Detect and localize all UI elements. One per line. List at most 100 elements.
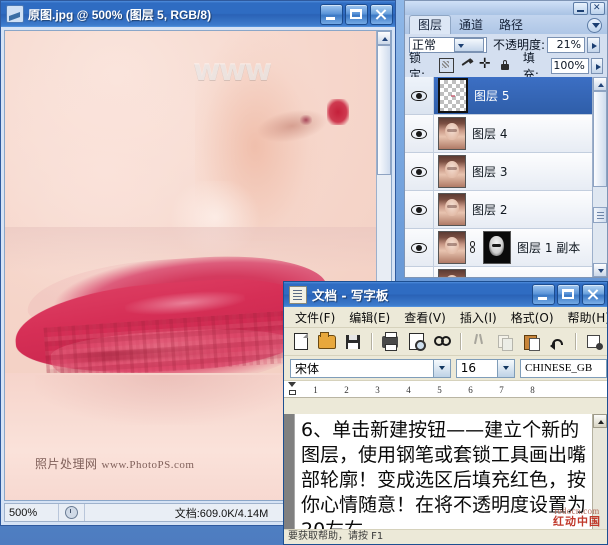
canvas-scroll-up-button[interactable]: [377, 31, 391, 45]
ruler-tick: 4: [406, 384, 411, 395]
table-row[interactable]: 图层 5: [405, 77, 607, 115]
wordpad-scroll-up-button[interactable]: [593, 414, 607, 428]
font-size-select[interactable]: 16: [455, 358, 515, 378]
ruler-tick: 7: [499, 384, 504, 395]
ps-maximize-button[interactable]: [345, 3, 368, 25]
menu-help[interactable]: 帮助(H): [561, 307, 607, 328]
font-family-chevron-down-icon[interactable]: [432, 359, 450, 377]
table-row[interactable]: 图层 1 副本: [405, 229, 607, 267]
tab-layers[interactable]: 图层: [409, 15, 452, 34]
wordpad-ruler[interactable]: 1 2 3 4 5 6 7 8: [284, 381, 607, 398]
wordpad-minimize-button[interactable]: [532, 284, 555, 305]
layer-visibility-toggle[interactable]: [405, 267, 434, 277]
lock-position-icon[interactable]: [479, 56, 492, 72]
lock-transparent-icon[interactable]: [438, 58, 454, 73]
layers-scroll-down-button[interactable]: [593, 263, 607, 277]
menu-view[interactable]: 查看(V): [397, 307, 453, 328]
ruler-tick: 5: [437, 384, 442, 395]
wordpad-maximize-button[interactable]: [557, 284, 580, 305]
ps-close-button[interactable]: [370, 3, 393, 25]
fill-value[interactable]: 100%: [550, 57, 589, 74]
open-button[interactable]: [316, 331, 338, 352]
tab-channels[interactable]: 通道: [451, 16, 491, 34]
opacity-value[interactable]: 21%: [547, 36, 586, 53]
layer-thumbnail[interactable]: [438, 117, 466, 150]
layer-visibility-toggle[interactable]: [405, 77, 434, 114]
ruler-ticks: 1 2 3 4 5 6 7 8: [300, 383, 607, 396]
font-script-select[interactable]: CHINESE_GB: [519, 358, 607, 378]
layer-visibility-toggle[interactable]: [405, 153, 434, 190]
tab-paths[interactable]: 路径: [491, 16, 531, 34]
date-time-icon: [586, 334, 603, 350]
new-button[interactable]: [290, 331, 312, 352]
print-button[interactable]: [379, 331, 401, 352]
layers-blend-row: 正常 不透明度: 21%: [405, 34, 607, 55]
layer-visibility-toggle[interactable]: [405, 191, 434, 228]
layer-name: 图层 2: [472, 203, 508, 217]
table-row[interactable]: [405, 267, 607, 277]
table-row[interactable]: 图层 2: [405, 191, 607, 229]
table-row[interactable]: 图层 3: [405, 153, 607, 191]
lock-image-icon[interactable]: [460, 59, 473, 72]
copy-icon: [498, 334, 513, 351]
layers-scroll-grip[interactable]: [593, 207, 607, 223]
menu-format[interactable]: 格式(O): [504, 307, 561, 328]
layers-panel-menu-button[interactable]: [587, 18, 602, 33]
eye-icon: [411, 166, 427, 177]
layers-panel-titlebar[interactable]: [405, 1, 607, 15]
lock-all-icon[interactable]: [498, 59, 511, 72]
find-button[interactable]: [431, 331, 453, 352]
photo-chin-shadow: [35, 375, 295, 425]
layers-scroll-up-button[interactable]: [593, 77, 607, 91]
layer-thumbnail[interactable]: [438, 269, 466, 277]
ps-minimize-button[interactable]: [320, 3, 343, 25]
wordpad-vertical-scrollbar[interactable]: [592, 414, 607, 532]
layers-panel-close-button[interactable]: [590, 1, 605, 15]
layers-list-scrollbar[interactable]: [592, 77, 607, 277]
font-family-select[interactable]: 宋体: [290, 358, 451, 378]
blend-mode-chevron-down-icon[interactable]: [453, 37, 485, 52]
undo-arrow-icon: [549, 335, 565, 350]
photoshop-titlebar[interactable]: 原图.jpg @ 500% (图层 5, RGB/8): [1, 1, 395, 27]
save-button[interactable]: [342, 331, 364, 352]
photoshop-zoom-level[interactable]: 500%: [5, 504, 59, 521]
menu-insert[interactable]: 插入(I): [453, 307, 504, 328]
cut-button: [468, 331, 490, 352]
fill-slider-arrow[interactable]: [590, 57, 604, 74]
layers-list[interactable]: 图层 5 图层 4 图层 3 图层 2 图层 1 副本: [405, 77, 607, 277]
table-row[interactable]: 图层 4: [405, 115, 607, 153]
opacity-slider-arrow[interactable]: [587, 36, 601, 53]
layer-thumbnail[interactable]: [438, 193, 466, 226]
layer-visibility-toggle[interactable]: [405, 115, 434, 152]
wordpad-app-icon: [289, 285, 307, 304]
layer-mask-thumbnail[interactable]: [483, 231, 511, 264]
date-time-button[interactable]: [583, 331, 605, 352]
indent-marker-icon[interactable]: [288, 382, 297, 395]
menu-file[interactable]: 文件(F): [288, 307, 342, 328]
print-preview-button[interactable]: [405, 331, 427, 352]
menu-edit[interactable]: 编辑(E): [342, 307, 397, 328]
printer-icon: [382, 331, 398, 351]
paste-button[interactable]: [520, 331, 542, 352]
canvas-scroll-thumb[interactable]: [377, 45, 391, 175]
photoshop-title-text: 原图.jpg @ 500% (图层 5, RGB/8): [28, 7, 212, 22]
photops-watermark-brand: 照片处理网: [35, 457, 98, 471]
layer-visibility-toggle[interactable]: [405, 229, 434, 266]
wordpad-titlebar[interactable]: 文档 - 写字板: [284, 282, 607, 307]
layers-panel-minimize-button[interactable]: [573, 1, 588, 15]
photoshop-clock-icon: [59, 504, 85, 521]
photops-watermark-url: www.PhotoPS.com: [101, 459, 195, 471]
undo-button[interactable]: [546, 331, 568, 352]
layer-thumbnail[interactable]: [438, 78, 468, 113]
ruler-tick: 1: [313, 384, 318, 395]
layer-thumbnail[interactable]: [438, 155, 466, 188]
layers-lock-row: 锁定: 填充: 100%: [405, 51, 607, 82]
wordpad-close-button[interactable]: [582, 284, 605, 305]
layers-scroll-thumb[interactable]: [593, 91, 607, 187]
font-size-chevron-down-icon[interactable]: [496, 359, 514, 377]
mask-link-icon[interactable]: [468, 240, 477, 255]
layer-thumbnail[interactable]: [438, 231, 466, 264]
eye-icon: [411, 242, 427, 253]
wordpad-body-text[interactable]: 6、单击新建按钮——建立个新的图层，使用钢笔或套锁工具画出嘴部轮廓！变成选区后填…: [295, 414, 593, 543]
wordpad-document-sheet[interactable]: 6、单击新建按钮——建立个新的图层，使用钢笔或套锁工具画出嘴部轮廓！变成选区后填…: [294, 414, 593, 541]
